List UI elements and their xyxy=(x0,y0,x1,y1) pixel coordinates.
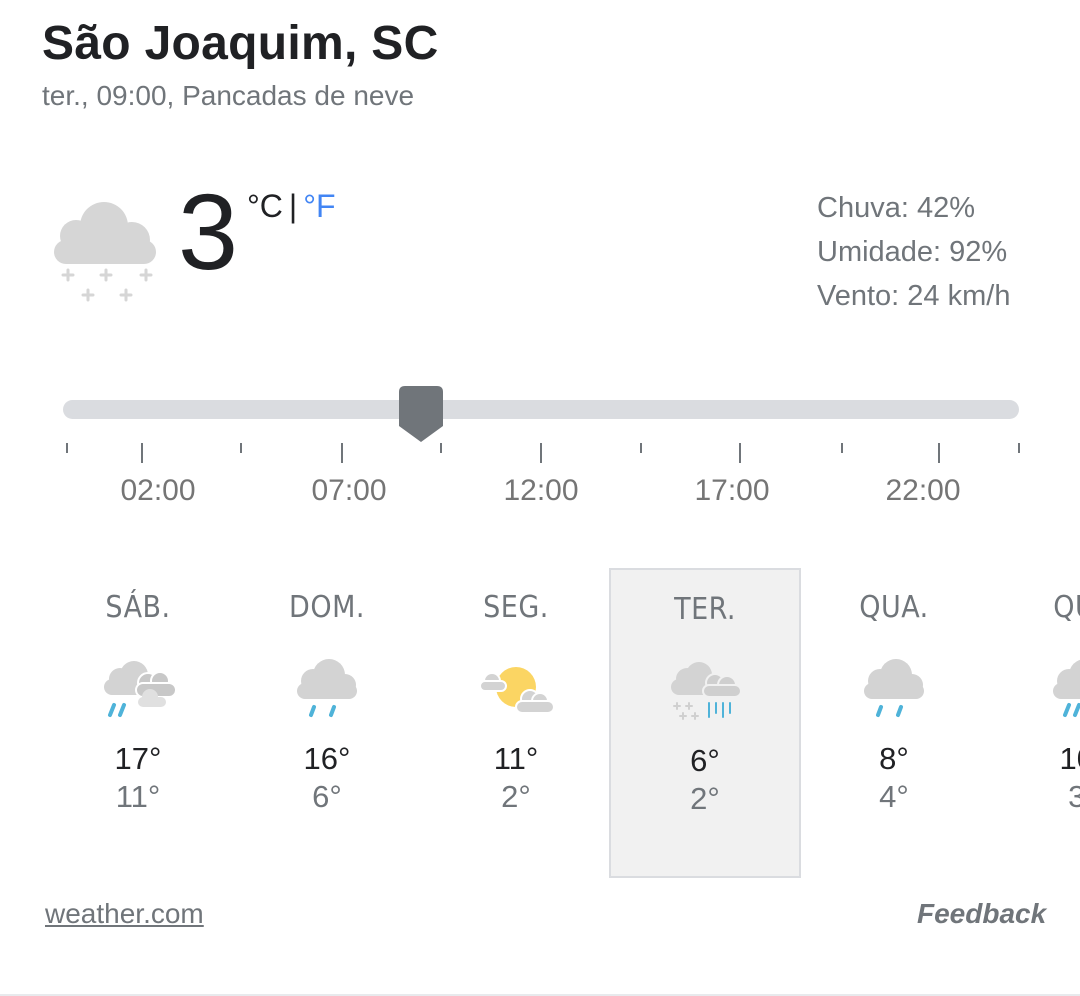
day-name: QUI. xyxy=(1053,590,1080,625)
forecast-day-wed[interactable]: QUA. 8° 4° xyxy=(798,568,990,878)
time-label: 17:00 xyxy=(694,474,770,507)
low-temp: 6° xyxy=(312,779,342,814)
unit-switcher: °C | °F xyxy=(247,188,336,225)
high-temp: 17° xyxy=(114,741,162,776)
high-temp: 6° xyxy=(690,743,720,778)
time-label: 22:00 xyxy=(885,474,961,507)
day-name: DOM. xyxy=(289,590,365,625)
low-temp: 2° xyxy=(690,781,720,816)
feedback-link[interactable]: Feedback xyxy=(917,898,1046,930)
slider-tick xyxy=(240,443,242,453)
fahrenheit-unit-link[interactable]: °F xyxy=(303,188,335,224)
time-label: 07:00 xyxy=(311,474,387,507)
slider-tick xyxy=(66,443,68,453)
high-temp: 10° xyxy=(1059,741,1080,776)
humidity-text: Umidade: 92% xyxy=(817,236,1008,268)
slider-tick xyxy=(440,443,442,453)
precipitation-text: Chuva: 42% xyxy=(817,192,975,224)
partly-cloudy-icon xyxy=(479,667,555,714)
forecast-day-tue-selected[interactable]: TER. 6° 2° xyxy=(609,568,801,878)
low-temp: 11° xyxy=(115,779,161,814)
slider-tick xyxy=(141,443,143,463)
snow-rain-icon xyxy=(671,662,742,720)
low-temp: 3° xyxy=(1068,779,1080,814)
time-label: 02:00 xyxy=(120,474,196,507)
high-temp: 11° xyxy=(493,741,539,776)
slider-tick xyxy=(841,443,843,453)
forecast-day-sun[interactable]: DOM. 16° 6° xyxy=(231,568,423,878)
slider-tick xyxy=(938,443,940,463)
forecast-day-mon[interactable]: SEG. 11° 2° xyxy=(420,568,612,878)
low-temp: 4° xyxy=(879,779,909,814)
rain-cloudy-icon xyxy=(104,661,177,717)
time-slider-track[interactable] xyxy=(63,400,1019,419)
unit-separator: | xyxy=(288,188,298,224)
forecast-day-thu[interactable]: QUI. 10° 3° xyxy=(987,568,1080,878)
rain-icon xyxy=(864,659,924,717)
rain-icon xyxy=(1053,659,1080,717)
day-name: SÁB. xyxy=(105,590,171,625)
weather-source-link[interactable]: weather.com xyxy=(45,898,204,930)
high-temp: 16° xyxy=(303,741,351,776)
celsius-unit[interactable]: °C xyxy=(247,188,283,224)
slider-tick xyxy=(1018,443,1020,453)
wind-text: Vento: 24 km/h xyxy=(817,280,1011,312)
rain-icon xyxy=(297,659,357,717)
time-label: 12:00 xyxy=(503,474,579,507)
slider-tick xyxy=(341,443,343,463)
low-temp: 2° xyxy=(501,779,531,814)
location-title: São Joaquim, SC xyxy=(42,17,439,70)
time-slider-thumb[interactable] xyxy=(399,386,443,442)
day-name: QUA. xyxy=(859,590,929,625)
snow-showers-icon xyxy=(48,196,164,306)
conditions-subtitle: ter., 09:00, Pancadas de neve xyxy=(42,80,415,111)
day-name: SEG. xyxy=(483,590,549,625)
day-name: TER. xyxy=(674,592,736,627)
high-temp: 8° xyxy=(879,741,909,776)
forecast-day-sat[interactable]: SÁB. 17° 11° xyxy=(42,568,234,878)
slider-tick xyxy=(540,443,542,463)
slider-tick xyxy=(739,443,741,463)
weather-details: Chuva: 42% Umidade: 92% Vento: 24 km/h xyxy=(817,186,1010,318)
current-temperature: 3 xyxy=(178,171,239,292)
slider-tick xyxy=(640,443,642,453)
